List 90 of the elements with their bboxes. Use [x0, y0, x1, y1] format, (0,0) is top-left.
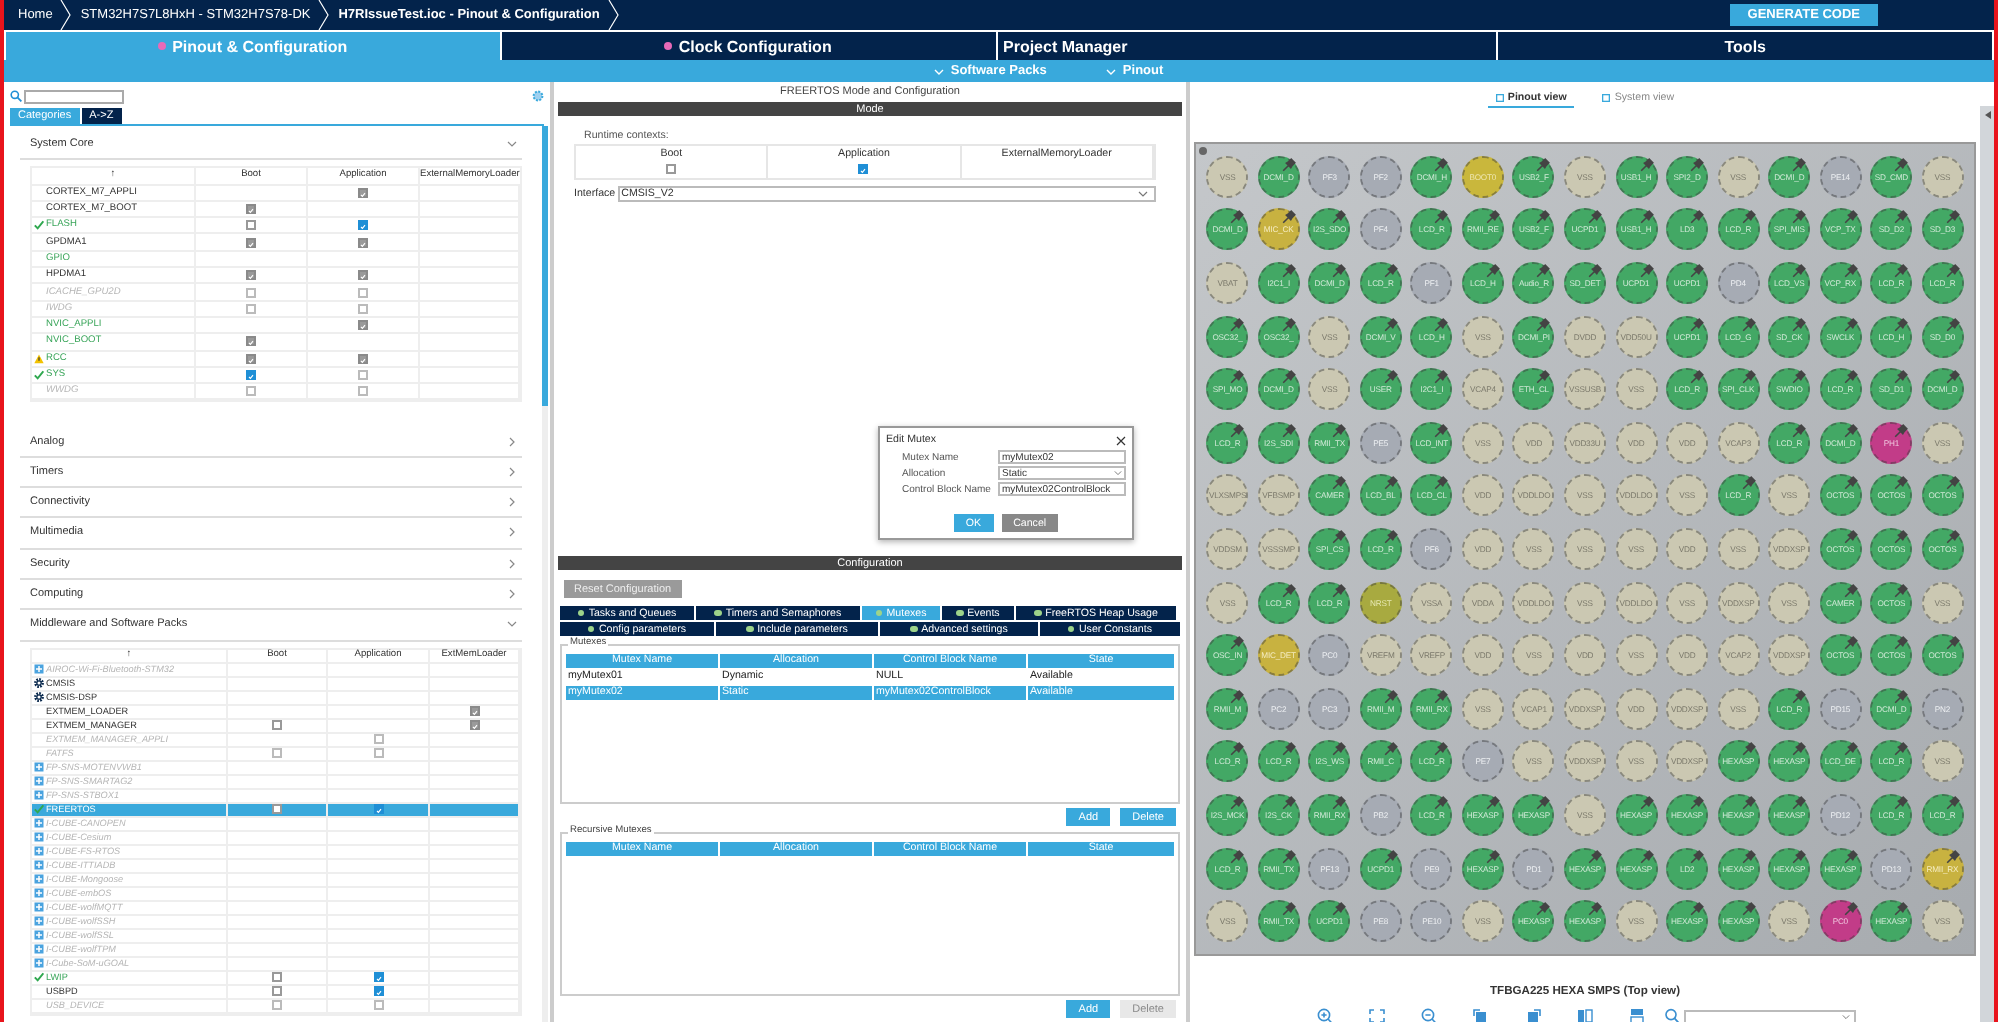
main-tab[interactable]: Tools	[1498, 32, 1992, 60]
zoom-out-icon[interactable]	[1419, 1008, 1437, 1022]
check-icon	[34, 370, 44, 380]
scrollbar[interactable]	[1980, 106, 1994, 1022]
search-icon[interactable]	[10, 90, 22, 102]
checkbox[interactable]	[246, 237, 256, 248]
checkbox[interactable]	[272, 972, 282, 983]
checkbox[interactable]	[246, 270, 256, 281]
checkbox[interactable]	[272, 720, 282, 731]
main-tab[interactable]: Project Manager	[997, 32, 1497, 60]
checkbox[interactable]	[246, 303, 256, 314]
check-icon	[34, 804, 44, 815]
flip-vertical-icon[interactable]	[1575, 1008, 1593, 1022]
chevron-icon[interactable]	[506, 496, 518, 509]
check-icon	[34, 220, 44, 231]
chevron-icon[interactable]	[506, 435, 518, 448]
caret-icon	[1841, 1013, 1849, 1019]
checkbox[interactable]	[358, 287, 368, 298]
package-icon	[34, 902, 44, 913]
checkbox[interactable]	[358, 187, 368, 198]
package-icon	[34, 860, 44, 871]
check-icon	[34, 972, 44, 983]
checkbox[interactable]	[246, 287, 256, 298]
warning-icon	[34, 353, 44, 364]
package-icon	[34, 762, 44, 773]
scrollbar[interactable]	[542, 126, 548, 1022]
package-icon	[34, 888, 44, 899]
settings-icon[interactable]	[1198, 146, 1208, 156]
pin-search-field[interactable]	[1683, 1009, 1855, 1022]
checkbox[interactable]	[246, 220, 256, 231]
scroll-arrow-icon[interactable]	[1983, 110, 1991, 120]
chevron-icon[interactable]	[506, 618, 518, 631]
checkbox[interactable]	[246, 370, 256, 380]
package-icon	[34, 776, 44, 787]
checkbox[interactable]	[666, 164, 677, 174]
checkbox[interactable]	[246, 336, 256, 347]
search-field[interactable]	[24, 89, 124, 103]
checkbox[interactable]	[246, 386, 256, 397]
package-icon	[34, 664, 44, 675]
checkbox[interactable]	[358, 353, 368, 364]
zoom-in-icon[interactable]	[1315, 1008, 1333, 1022]
checkbox[interactable]	[358, 320, 368, 331]
checkbox[interactable]	[373, 972, 383, 983]
chevron-icon[interactable]	[506, 138, 518, 151]
checkbox[interactable]	[373, 734, 383, 745]
checkbox[interactable]	[373, 986, 383, 997]
checkbox[interactable]	[246, 204, 256, 215]
fit-icon[interactable]	[1367, 1008, 1385, 1022]
package-icon	[34, 930, 44, 941]
package-icon	[34, 790, 44, 801]
package-icon	[34, 916, 44, 927]
checkbox[interactable]	[469, 706, 479, 717]
package-icon	[34, 832, 44, 843]
caret-icon	[1138, 190, 1148, 198]
checkbox[interactable]	[358, 303, 368, 314]
checkbox[interactable]	[272, 748, 282, 759]
chevron-icon[interactable]	[506, 465, 518, 478]
checkbox[interactable]	[272, 804, 282, 815]
rotate-left-icon[interactable]	[1471, 1008, 1489, 1022]
caret-icon	[1114, 470, 1122, 476]
chevron-icon[interactable]	[506, 526, 518, 539]
checkbox[interactable]	[373, 804, 383, 815]
checkbox[interactable]	[272, 1000, 282, 1011]
caret-icon	[1106, 67, 1117, 75]
checkbox[interactable]	[358, 370, 368, 380]
package-icon	[34, 958, 44, 969]
rotate-right-icon[interactable]	[1523, 1008, 1541, 1022]
checkbox[interactable]	[469, 720, 479, 731]
checkbox[interactable]	[858, 164, 869, 174]
chevron-icon[interactable]	[506, 588, 518, 601]
search-icon[interactable]	[1663, 1008, 1681, 1022]
settings-icon[interactable]	[532, 90, 544, 102]
checkbox[interactable]	[358, 237, 368, 248]
package-icon	[34, 944, 44, 955]
flip-horizontal-icon[interactable]	[1627, 1008, 1645, 1022]
main-tab[interactable]: Clock Configuration	[501, 32, 995, 60]
checkbox[interactable]	[373, 748, 383, 759]
package-icon	[34, 818, 44, 829]
checkbox[interactable]	[272, 986, 282, 997]
checkbox[interactable]	[358, 386, 368, 397]
close-icon[interactable]	[1116, 435, 1126, 445]
caret-icon	[934, 67, 945, 75]
checkbox[interactable]	[373, 1000, 383, 1011]
package-icon	[34, 874, 44, 885]
chevron-icon[interactable]	[506, 557, 518, 570]
package-icon	[34, 846, 44, 857]
checkbox[interactable]	[358, 270, 368, 281]
main-tab[interactable]: Pinout & Configuration	[6, 32, 500, 60]
checkbox[interactable]	[246, 353, 256, 364]
checkbox[interactable]	[358, 220, 368, 231]
